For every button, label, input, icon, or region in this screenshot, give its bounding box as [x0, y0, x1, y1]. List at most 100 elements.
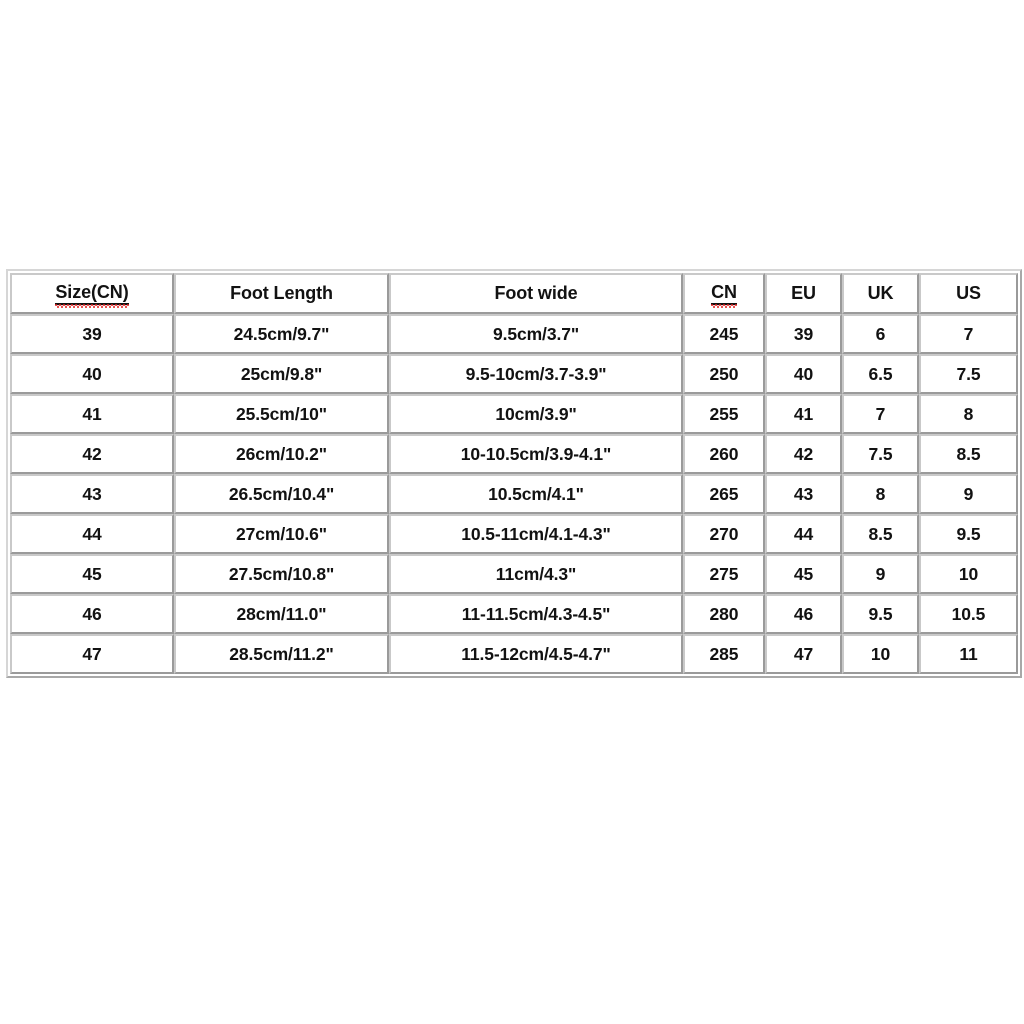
cell-size-cn: 39	[10, 314, 174, 354]
cell-us: 8.5	[919, 434, 1018, 474]
cell-size-cn: 44	[10, 514, 174, 554]
cell-foot-wide: 10-10.5cm/3.9-4.1"	[389, 434, 683, 474]
cell-size-cn: 43	[10, 474, 174, 514]
table-body: 39 24.5cm/9.7" 9.5cm/3.7" 245 39 6 7 40 …	[10, 314, 1018, 674]
cell-cn: 250	[683, 354, 765, 394]
spellcheck-squiggle-icon	[55, 304, 129, 309]
cell-eu: 42	[765, 434, 842, 474]
cell-uk: 10	[842, 634, 919, 674]
cell-foot-length: 27.5cm/10.8"	[174, 554, 389, 594]
cell-uk: 6.5	[842, 354, 919, 394]
cell-foot-length: 26.5cm/10.4"	[174, 474, 389, 514]
column-header-size-cn: Size(CN)	[10, 273, 174, 314]
cell-foot-wide: 10cm/3.9"	[389, 394, 683, 434]
column-header-label: Size(CN)	[55, 281, 129, 302]
cell-uk: 6	[842, 314, 919, 354]
cell-size-cn: 41	[10, 394, 174, 434]
cell-foot-wide: 11-11.5cm/4.3-4.5"	[389, 594, 683, 634]
cell-foot-length: 25cm/9.8"	[174, 354, 389, 394]
table-row: 42 26cm/10.2" 10-10.5cm/3.9-4.1" 260 42 …	[10, 434, 1018, 474]
cell-uk: 9	[842, 554, 919, 594]
cell-us: 10	[919, 554, 1018, 594]
column-header-eu: EU	[765, 273, 842, 314]
cell-cn: 260	[683, 434, 765, 474]
cell-foot-length: 27cm/10.6"	[174, 514, 389, 554]
cell-eu: 40	[765, 354, 842, 394]
column-header-label: CN	[711, 281, 737, 302]
table-row: 44 27cm/10.6" 10.5-11cm/4.1-4.3" 270 44 …	[10, 514, 1018, 554]
cell-us: 11	[919, 634, 1018, 674]
cell-foot-wide: 11cm/4.3"	[389, 554, 683, 594]
table-row: 46 28cm/11.0" 11-11.5cm/4.3-4.5" 280 46 …	[10, 594, 1018, 634]
table-row: 43 26.5cm/10.4" 10.5cm/4.1" 265 43 8 9	[10, 474, 1018, 514]
column-header-label: Foot wide	[494, 283, 578, 303]
spellcheck-squiggle-icon	[711, 304, 737, 309]
cell-uk: 7.5	[842, 434, 919, 474]
cell-foot-length: 24.5cm/9.7"	[174, 314, 389, 354]
table-row: 39 24.5cm/9.7" 9.5cm/3.7" 245 39 6 7	[10, 314, 1018, 354]
cell-eu: 39	[765, 314, 842, 354]
page-root: Size(CN) Foot Length Foot wide CN EU UK …	[0, 0, 1024, 1024]
table-row: 40 25cm/9.8" 9.5-10cm/3.7-3.9" 250 40 6.…	[10, 354, 1018, 394]
eu-header-text-wrap: EU	[791, 283, 816, 304]
cell-us: 7.5	[919, 354, 1018, 394]
cell-foot-wide: 9.5cm/3.7"	[389, 314, 683, 354]
cell-us: 8	[919, 394, 1018, 434]
cell-eu: 45	[765, 554, 842, 594]
cell-us: 7	[919, 314, 1018, 354]
cn-header-text-wrap: CN	[711, 281, 737, 309]
cell-cn: 275	[683, 554, 765, 594]
column-header-foot-wide: Foot wide	[389, 273, 683, 314]
size-cn-header-text-wrap: Size(CN)	[55, 281, 129, 309]
cell-uk: 9.5	[842, 594, 919, 634]
cell-foot-length: 25.5cm/10"	[174, 394, 389, 434]
cell-cn: 270	[683, 514, 765, 554]
cell-foot-length: 26cm/10.2"	[174, 434, 389, 474]
column-header-label: US	[956, 283, 981, 303]
cell-size-cn: 45	[10, 554, 174, 594]
cell-eu: 46	[765, 594, 842, 634]
cell-us: 9	[919, 474, 1018, 514]
us-header-text-wrap: US	[956, 283, 981, 304]
cell-eu: 43	[765, 474, 842, 514]
table-header: Size(CN) Foot Length Foot wide CN EU UK …	[10, 273, 1018, 314]
cell-eu: 41	[765, 394, 842, 434]
cell-cn: 255	[683, 394, 765, 434]
size-chart-container: Size(CN) Foot Length Foot wide CN EU UK …	[6, 269, 1022, 678]
cell-cn: 280	[683, 594, 765, 634]
cell-size-cn: 46	[10, 594, 174, 634]
table-row: 45 27.5cm/10.8" 11cm/4.3" 275 45 9 10	[10, 554, 1018, 594]
column-header-uk: UK	[842, 273, 919, 314]
table-row: 41 25.5cm/10" 10cm/3.9" 255 41 7 8	[10, 394, 1018, 434]
cell-size-cn: 47	[10, 634, 174, 674]
column-header-label: EU	[791, 283, 816, 303]
cell-foot-wide: 10.5cm/4.1"	[389, 474, 683, 514]
cell-foot-wide: 9.5-10cm/3.7-3.9"	[389, 354, 683, 394]
cell-foot-length: 28cm/11.0"	[174, 594, 389, 634]
foot-length-header-text-wrap: Foot Length	[230, 283, 333, 304]
foot-wide-header-text-wrap: Foot wide	[494, 283, 578, 304]
cell-size-cn: 42	[10, 434, 174, 474]
column-header-foot-length: Foot Length	[174, 273, 389, 314]
uk-header-text-wrap: UK	[867, 283, 894, 304]
cell-eu: 47	[765, 634, 842, 674]
cell-cn: 265	[683, 474, 765, 514]
table-row: 47 28.5cm/11.2" 11.5-12cm/4.5-4.7" 285 4…	[10, 634, 1018, 674]
cell-cn: 245	[683, 314, 765, 354]
column-header-us: US	[919, 273, 1018, 314]
cell-uk: 8.5	[842, 514, 919, 554]
header-row: Size(CN) Foot Length Foot wide CN EU UK …	[10, 273, 1018, 314]
cell-us: 9.5	[919, 514, 1018, 554]
column-header-label: UK	[867, 283, 894, 303]
cell-foot-wide: 11.5-12cm/4.5-4.7"	[389, 634, 683, 674]
cell-foot-wide: 10.5-11cm/4.1-4.3"	[389, 514, 683, 554]
cell-us: 10.5	[919, 594, 1018, 634]
column-header-label: Foot Length	[230, 283, 333, 303]
cell-eu: 44	[765, 514, 842, 554]
column-header-cn: CN	[683, 273, 765, 314]
cell-foot-length: 28.5cm/11.2"	[174, 634, 389, 674]
cell-size-cn: 40	[10, 354, 174, 394]
cell-uk: 8	[842, 474, 919, 514]
cell-uk: 7	[842, 394, 919, 434]
cell-cn: 285	[683, 634, 765, 674]
